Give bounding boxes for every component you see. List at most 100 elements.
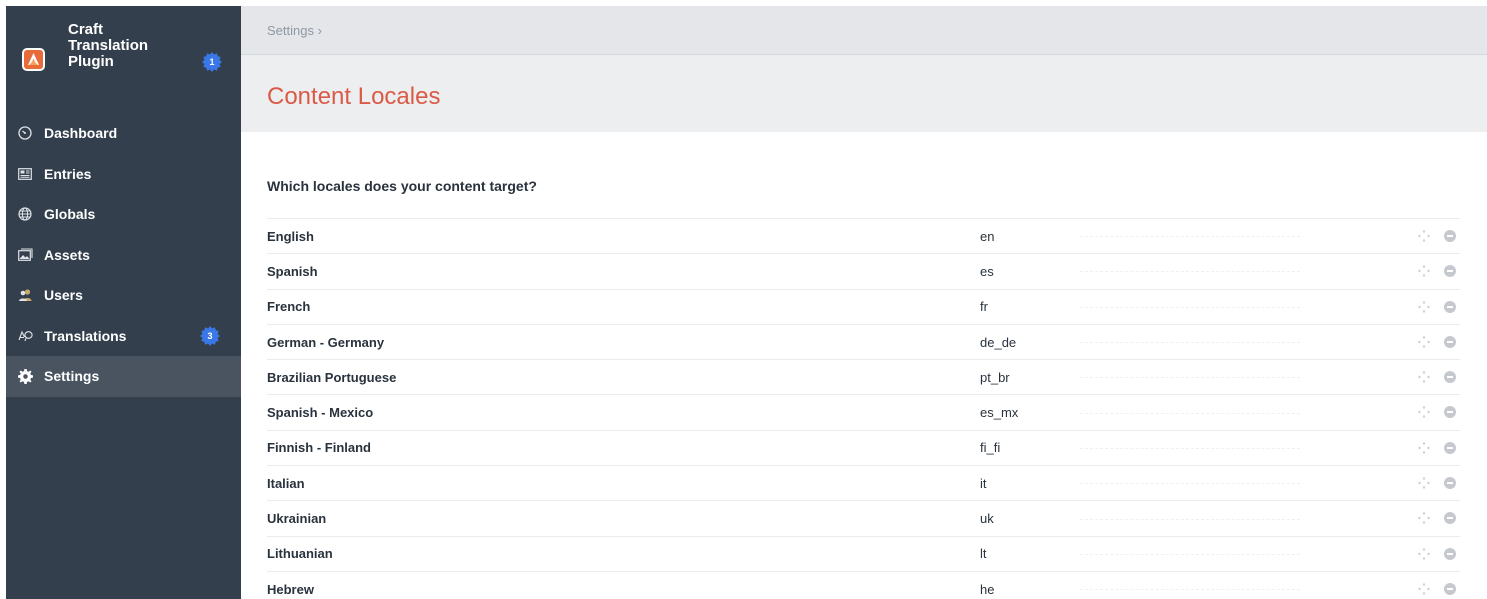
newspaper-icon bbox=[17, 166, 33, 182]
nav-label-users: Users bbox=[44, 287, 83, 304]
table-row: Spanish - Mexico es_mx bbox=[267, 394, 1460, 429]
remove-icon[interactable] bbox=[1444, 371, 1456, 384]
table-row: Lithuanian lt bbox=[267, 535, 1460, 571]
table-row: Finnish - Finland fi_fi bbox=[267, 429, 1460, 465]
remove-icon[interactable] bbox=[1444, 477, 1456, 490]
locale-code: he bbox=[980, 581, 995, 597]
nav-item-assets[interactable]: Assets bbox=[6, 235, 241, 276]
move-icon[interactable] bbox=[1418, 406, 1430, 419]
users-icon bbox=[17, 287, 33, 303]
row-divider bbox=[1080, 342, 1300, 344]
table-row: English en bbox=[267, 218, 1460, 253]
remove-icon[interactable] bbox=[1444, 512, 1456, 525]
row-divider bbox=[1080, 412, 1300, 414]
locale-code: it bbox=[980, 475, 987, 491]
site-name: Craft Translation Plugin bbox=[68, 21, 149, 70]
gear-icon bbox=[17, 368, 33, 384]
breadcrumb-separator: › bbox=[317, 23, 322, 38]
remove-icon[interactable] bbox=[1444, 406, 1456, 419]
locale-code: lt bbox=[980, 546, 987, 562]
table-row: Hebrew he bbox=[267, 570, 1460, 599]
locale-code: fr bbox=[980, 299, 988, 315]
nav-label-assets: Assets bbox=[44, 246, 90, 263]
nav-label-globals: Globals bbox=[44, 206, 96, 223]
site-header[interactable]: Craft Translation Plugin 1 bbox=[6, 6, 241, 103]
move-icon[interactable] bbox=[1418, 512, 1430, 525]
nav-item-settings[interactable]: Settings bbox=[6, 356, 241, 397]
move-icon[interactable] bbox=[1418, 300, 1430, 313]
locale-name: German - Germany bbox=[267, 334, 385, 350]
locale-code: en bbox=[980, 228, 995, 244]
locales-table: English en Spanish es French fr German - Germa… bbox=[267, 218, 1460, 599]
remove-icon[interactable] bbox=[1444, 230, 1456, 242]
nav-item-users[interactable]: Users bbox=[6, 275, 241, 316]
page-title: Content Locales bbox=[267, 83, 441, 110]
nav-label-entries: Entries bbox=[44, 165, 92, 182]
site-notification-badge[interactable]: 1 bbox=[202, 52, 222, 72]
table-row: Spanish es bbox=[267, 253, 1460, 288]
locale-code: es_mx bbox=[980, 405, 1019, 421]
locale-name: Hebrew bbox=[267, 581, 314, 597]
locale-name: Spanish - Mexico bbox=[267, 405, 374, 421]
locale-name: French bbox=[267, 299, 311, 315]
nav-label-settings: Settings bbox=[44, 368, 100, 385]
breadcrumb-bar: Settings › bbox=[241, 6, 1487, 55]
locale-name: English bbox=[267, 228, 314, 244]
move-icon[interactable] bbox=[1418, 336, 1430, 348]
gauge-icon bbox=[17, 125, 33, 141]
locale-name: Finnish - Finland bbox=[267, 440, 371, 456]
remove-icon[interactable] bbox=[1444, 335, 1456, 348]
locale-name: Italian bbox=[267, 475, 305, 491]
move-icon[interactable] bbox=[1418, 371, 1430, 383]
table-row: French fr bbox=[267, 288, 1460, 324]
locale-name: Brazilian Portuguese bbox=[267, 369, 397, 385]
nav-item-dashboard[interactable]: Dashboard bbox=[6, 113, 241, 154]
locale-name: Lithuanian bbox=[267, 546, 333, 562]
translate-icon bbox=[17, 328, 33, 344]
nav-item-translations[interactable]: Translations 3 bbox=[6, 316, 241, 357]
row-divider bbox=[1080, 306, 1300, 308]
table-row: Italian it bbox=[267, 465, 1460, 500]
locale-name: Spanish bbox=[267, 263, 318, 279]
locale-code: pt_br bbox=[980, 369, 1010, 385]
move-icon[interactable] bbox=[1418, 230, 1430, 242]
row-divider bbox=[1080, 589, 1300, 591]
move-icon[interactable] bbox=[1418, 442, 1430, 454]
remove-icon[interactable] bbox=[1444, 547, 1456, 560]
remove-icon[interactable] bbox=[1444, 441, 1456, 454]
locale-code: es bbox=[980, 263, 994, 279]
remove-icon[interactable] bbox=[1444, 265, 1456, 278]
row-divider bbox=[1080, 447, 1300, 449]
nav-label-translations: Translations bbox=[44, 327, 127, 344]
row-divider bbox=[1080, 236, 1300, 238]
main-nav: Dashboard Entries Globals Assets Users T… bbox=[6, 113, 241, 397]
breadcrumb-settings[interactable]: Settings bbox=[267, 23, 314, 38]
row-divider bbox=[1080, 377, 1300, 379]
sidebar: Craft Translation Plugin 1 Dashboard Ent… bbox=[0, 0, 241, 599]
breadcrumb[interactable]: Settings › bbox=[267, 23, 322, 38]
locale-code: uk bbox=[980, 511, 994, 527]
remove-icon[interactable] bbox=[1444, 300, 1456, 313]
move-icon[interactable] bbox=[1418, 583, 1430, 595]
nav-item-globals[interactable]: Globals bbox=[6, 194, 241, 235]
row-divider bbox=[1080, 553, 1300, 555]
move-icon[interactable] bbox=[1418, 477, 1430, 489]
row-divider bbox=[1080, 271, 1300, 273]
locale-code: de_de bbox=[980, 334, 1017, 350]
nav-item-entries[interactable]: Entries bbox=[6, 154, 241, 195]
locale-name: Ukrainian bbox=[267, 511, 327, 527]
page-header: Content Locales bbox=[241, 55, 1487, 132]
sidebar-panel: Craft Translation Plugin 1 Dashboard Ent… bbox=[6, 6, 241, 599]
photos-icon bbox=[17, 247, 33, 263]
nav-label-dashboard: Dashboard bbox=[44, 125, 118, 142]
row-divider bbox=[1080, 518, 1300, 520]
locale-code: fi_fi bbox=[980, 440, 1001, 456]
move-icon[interactable] bbox=[1418, 265, 1430, 277]
translations-notification-badge[interactable]: 3 bbox=[200, 325, 220, 346]
table-row: German - Germany de_de bbox=[267, 323, 1460, 359]
move-icon[interactable] bbox=[1418, 547, 1430, 560]
remove-icon[interactable] bbox=[1444, 582, 1456, 595]
craft-logo-icon bbox=[22, 48, 45, 71]
table-row: Ukrainian uk bbox=[267, 500, 1460, 535]
globe-icon bbox=[17, 206, 33, 222]
